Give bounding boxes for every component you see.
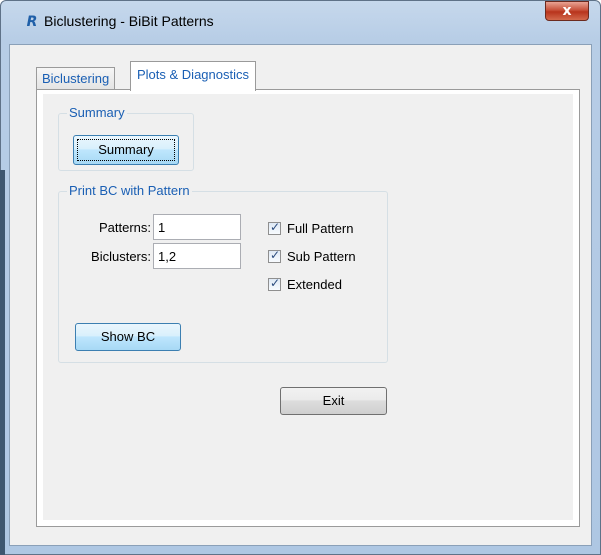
summary-group-title: Summary bbox=[67, 104, 127, 122]
biclusters-label: Biclusters: bbox=[91, 249, 151, 264]
window-client-area: Biclustering Plots & Diagnostics Summary… bbox=[9, 44, 592, 546]
checkbox-checked-icon[interactable] bbox=[268, 220, 281, 235]
patterns-label: Patterns: bbox=[98, 220, 151, 235]
checkbox-checked-icon[interactable] bbox=[268, 248, 281, 263]
close-button[interactable]: x bbox=[545, 1, 589, 21]
biclusters-input[interactable] bbox=[153, 243, 241, 269]
background-window-edge bbox=[0, 170, 5, 555]
full-pattern-checkbox[interactable]: Full Pattern bbox=[268, 220, 354, 236]
exit-button-label: Exit bbox=[322, 393, 345, 408]
checkbox-checked-icon[interactable] bbox=[268, 276, 281, 291]
summary-groupbox: Summary Summary bbox=[58, 104, 194, 171]
patterns-input[interactable] bbox=[153, 214, 241, 240]
focus-ring bbox=[77, 139, 175, 161]
window-title: Biclustering - BiBit Patterns bbox=[44, 13, 214, 29]
print-bc-group-title: Print BC with Pattern bbox=[67, 182, 192, 200]
sub-pattern-checkbox[interactable]: Sub Pattern bbox=[268, 248, 356, 264]
summary-button[interactable]: Summary bbox=[73, 135, 179, 165]
sub-pattern-label: Sub Pattern bbox=[287, 249, 356, 264]
r-app-icon: R bbox=[26, 14, 38, 30]
extended-checkbox[interactable]: Extended bbox=[268, 276, 342, 292]
tab-plots-diagnostics[interactable]: Plots & Diagnostics bbox=[130, 61, 256, 91]
exit-button[interactable]: Exit bbox=[280, 387, 387, 415]
show-bc-button-label: Show BC bbox=[100, 329, 156, 344]
panel-content: Summary Summary Print BC with Pattern Pa… bbox=[43, 94, 573, 520]
print-bc-groupbox: Print BC with Pattern Patterns: Bicluste… bbox=[58, 182, 388, 363]
tab-panel: Summary Summary Print BC with Pattern Pa… bbox=[36, 89, 580, 527]
title-bar[interactable]: R Biclustering - BiBit Patterns x bbox=[0, 0, 601, 44]
full-pattern-label: Full Pattern bbox=[287, 221, 354, 236]
extended-label: Extended bbox=[287, 277, 342, 292]
show-bc-button[interactable]: Show BC bbox=[75, 323, 181, 351]
close-icon: x bbox=[562, 3, 572, 19]
tab-biclustering[interactable]: Biclustering bbox=[36, 67, 116, 90]
